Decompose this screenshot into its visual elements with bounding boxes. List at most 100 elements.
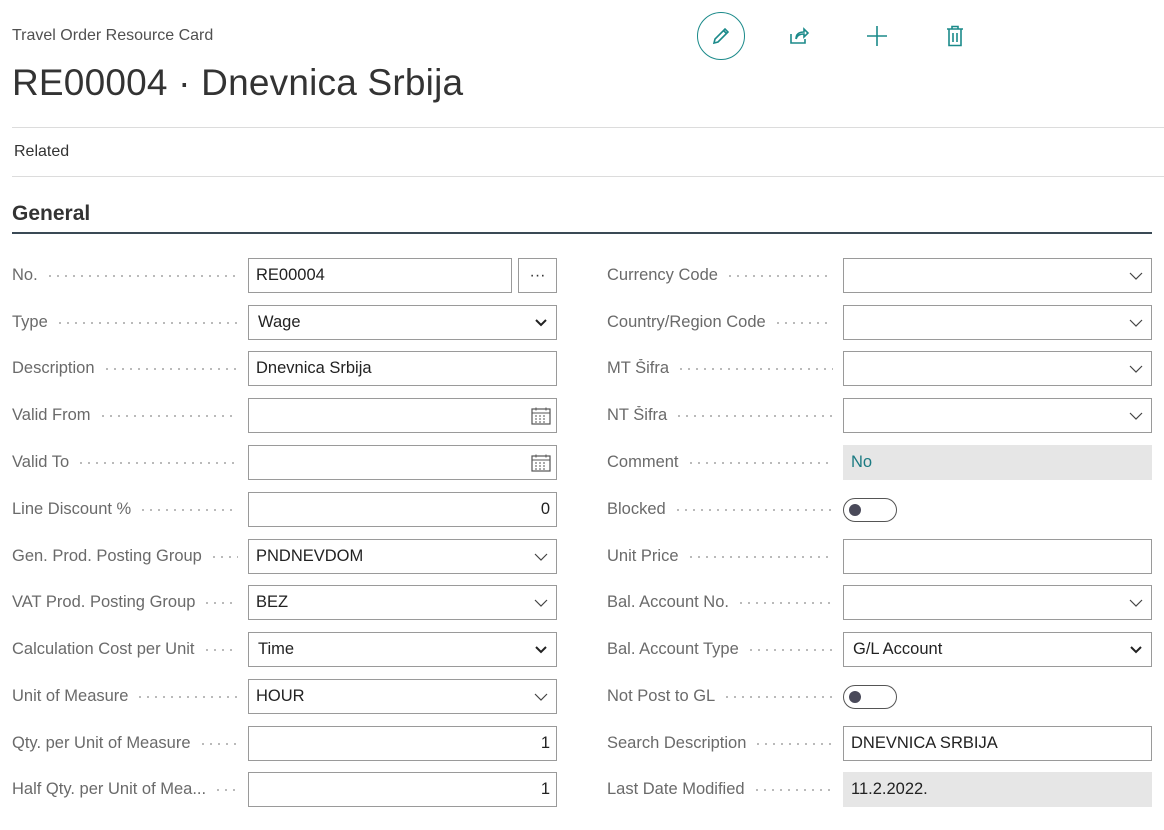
chevron-down-icon[interactable] [526,553,556,561]
field-label: MT Šifra [607,359,670,377]
field-row-no: No. RE00004 [12,258,512,293]
field-row-bal-account-type: Bal. Account Type G/L Account [607,632,1152,667]
field-row-search-description: Search Description DNEVNICA SRBIJA [607,726,1152,761]
related-menu[interactable]: Related [14,143,69,161]
country-region-code-lookup[interactable] [843,305,1152,340]
delete-button[interactable] [931,12,979,60]
field-label: Half Qty. per Unit of Mea... [12,780,207,798]
chevron-down-icon[interactable] [1121,412,1151,420]
not-post-to-gl-toggle[interactable] [843,684,897,709]
currency-code-lookup[interactable] [843,258,1152,293]
valid-to-input[interactable] [248,445,557,480]
field-label: Bal. Account Type [607,640,739,658]
field-row-mt-sifra: MT Šifra [607,351,1152,386]
field-label: Currency Code [607,266,718,284]
new-button[interactable] [853,12,901,60]
half-qty-per-uom-input[interactable]: 1 [248,772,557,807]
field-label: Not Post to GL [607,687,716,705]
field-row-line-discount: Line Discount % 0 [12,492,557,527]
field-row-description: Description Dnevnica Srbija [12,351,557,386]
field-row-vat-prod-posting-group: VAT Prod. Posting Group BEZ [12,585,557,620]
no-input[interactable]: RE00004 [248,258,512,293]
field-row-type: Type Wage [12,305,557,340]
add-icon [867,26,887,46]
chevron-down-icon [1121,645,1151,654]
field-row-bal-account-no: Bal. Account No. [607,585,1152,620]
last-date-modified-field: 11.2.2022. [843,772,1152,807]
gen-prod-posting-group-lookup[interactable]: PNDNEVDOM [248,539,557,574]
edit-icon [712,27,730,45]
field-label: Comment [607,453,679,471]
field-label: Type [12,313,48,331]
section-divider [12,232,1152,234]
field-label: Description [12,359,95,377]
chevron-down-icon[interactable] [526,599,556,607]
field-label: VAT Prod. Posting Group [12,593,196,611]
field-row-last-date-modified: Last Date Modified 11.2.2022. [607,772,1152,807]
unit-of-measure-lookup[interactable]: HOUR [248,679,557,714]
field-label: Last Date Modified [607,780,745,798]
field-row-not-post-to-gl: Not Post to GL [607,679,897,714]
field-row-half-qty-per-uom: Half Qty. per Unit of Mea... 1 [12,772,557,807]
field-row-unit-of-measure: Unit of Measure HOUR [12,679,557,714]
vat-prod-posting-group-lookup[interactable]: BEZ [248,585,557,620]
field-label: Bal. Account No. [607,593,729,611]
description-input[interactable]: Dnevnica Srbija [248,351,557,386]
chevron-down-icon[interactable] [1121,319,1151,327]
blocked-toggle[interactable] [843,497,897,522]
search-description-input[interactable]: DNEVNICA SRBIJA [843,726,1152,761]
field-label: Unit Price [607,547,679,565]
field-row-blocked: Blocked [607,492,897,527]
valid-from-input[interactable] [248,398,557,433]
field-label: Line Discount % [12,500,132,518]
field-row-qty-per-uom: Qty. per Unit of Measure 1 [12,726,557,761]
field-label: Unit of Measure [12,687,129,705]
chevron-down-icon[interactable] [1121,272,1151,280]
qty-per-uom-input[interactable]: 1 [248,726,557,761]
calculation-cost-select[interactable]: Time [248,632,557,667]
action-bar [697,12,1009,60]
field-label: Calculation Cost per Unit [12,640,195,658]
unit-price-input[interactable] [843,539,1152,574]
field-row-unit-price: Unit Price [607,539,1152,574]
comment-field[interactable]: No [843,445,1152,480]
field-row-valid-from: Valid From [12,398,557,433]
calendar-icon[interactable] [526,407,556,425]
field-label: Search Description [607,734,747,752]
share-button[interactable] [775,12,823,60]
share-icon [790,27,810,44]
field-label: NT Šifra [607,406,668,424]
type-select[interactable]: Wage [248,305,557,340]
bal-account-no-lookup[interactable] [843,585,1152,620]
page-caption: Travel Order Resource Card [12,27,214,44]
bal-account-type-select[interactable]: G/L Account [843,632,1152,667]
assist-edit-button[interactable]: ··· [518,258,557,293]
field-row-country-region-code: Country/Region Code [607,305,1152,340]
calendar-icon[interactable] [526,454,556,472]
page-title: RE00004 · Dnevnica Srbija [12,62,464,103]
chevron-down-icon[interactable] [526,693,556,701]
field-label: Qty. per Unit of Measure [12,734,191,752]
field-row-gen-prod-posting-group: Gen. Prod. Posting Group PNDNEVDOM [12,539,557,574]
section-title-general: General [12,202,91,225]
line-discount-input[interactable]: 0 [248,492,557,527]
field-row-currency-code: Currency Code [607,258,1152,293]
mt-sifra-lookup[interactable] [843,351,1152,386]
chevron-down-icon [526,645,556,654]
field-label: Valid To [12,453,70,471]
edit-button[interactable] [697,12,745,60]
field-label: Country/Region Code [607,313,766,331]
chevron-down-icon[interactable] [1121,365,1151,373]
field-row-comment: Comment No [607,445,1152,480]
chevron-down-icon[interactable] [1121,599,1151,607]
field-label: Blocked [607,500,666,518]
nt-sifra-lookup[interactable] [843,398,1152,433]
nav-divider [12,176,1164,177]
field-label: No. [12,266,38,284]
header-divider [12,127,1164,128]
field-row-valid-to: Valid To [12,445,557,480]
chevron-down-icon [526,318,556,327]
toggle-knob [849,690,861,703]
field-row-nt-sifra: NT Šifra [607,398,1152,433]
field-row-calculation-cost: Calculation Cost per Unit Time [12,632,557,667]
